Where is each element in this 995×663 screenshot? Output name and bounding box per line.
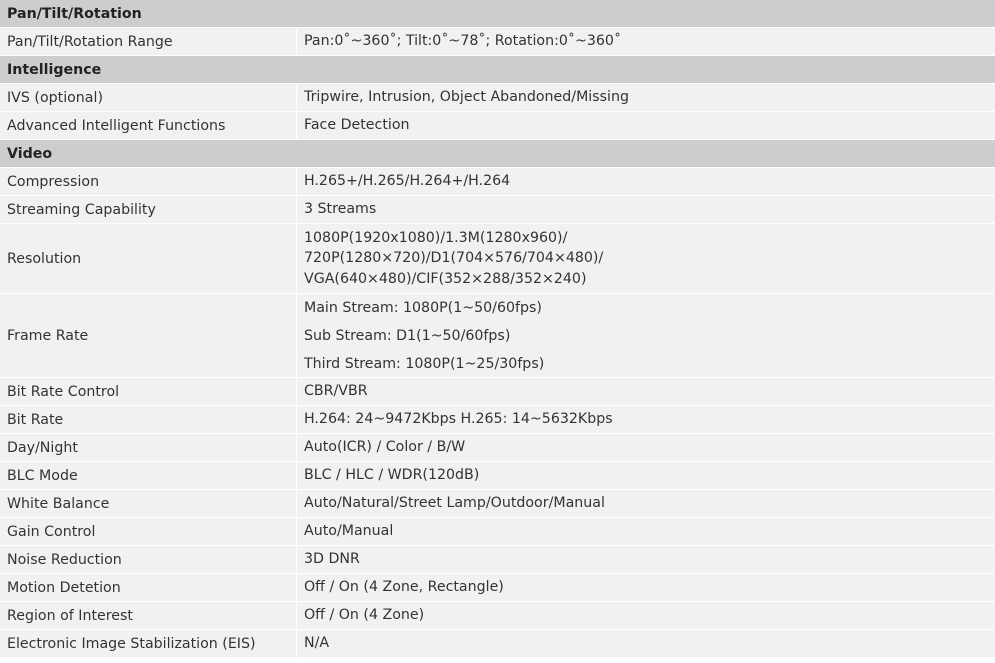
spec-row: Bit Rate Control CBR/VBR: [0, 378, 995, 406]
spec-value-line: Third Stream: 1080P(1~25/30fps): [304, 356, 545, 372]
spec-label: Streaming Capability: [0, 196, 297, 223]
spec-value-line: CBR/VBR: [304, 383, 368, 400]
spec-value: N/A: [297, 630, 995, 657]
section-title: Video: [7, 145, 53, 162]
spec-value-line: H.264: 24~9472Kbps H.265: 14~5632Kbps: [304, 411, 613, 428]
spec-label: Pan/Tilt/Rotation Range: [0, 28, 297, 55]
spec-label: Advanced Intelligent Functions: [0, 112, 297, 139]
spec-value: 3 Streams: [297, 196, 995, 223]
spec-row: White Balance Auto/Natural/Street Lamp/O…: [0, 490, 995, 518]
spec-value: H.265+/H.265/H.264+/H.264: [297, 168, 995, 195]
spec-value: CBR/VBR: [297, 378, 995, 405]
spec-row: Noise Reduction 3D DNR: [0, 546, 995, 574]
spec-label: Bit Rate: [0, 406, 297, 433]
spec-label: BLC Mode: [0, 462, 297, 489]
spec-value: Off / On (4 Zone, Rectangle): [297, 574, 995, 601]
section-header: Pan/Tilt/Rotation: [0, 0, 995, 28]
spec-label: Region of Interest: [0, 602, 297, 629]
section-header: Intelligence: [0, 56, 995, 84]
spec-value: BLC / HLC / WDR(120dB): [297, 462, 995, 489]
spec-label: Bit Rate Control: [0, 378, 297, 405]
spec-value-line: 3D DNR: [304, 551, 360, 568]
spec-value: Tripwire, Intrusion, Object Abandoned/Mi…: [297, 84, 995, 111]
spec-row: Frame Rate Main Stream: 1080P(1~50/60fps…: [0, 294, 995, 378]
spec-row: BLC Mode BLC / HLC / WDR(120dB): [0, 462, 995, 490]
spec-value: H.264: 24~9472Kbps H.265: 14~5632Kbps: [297, 406, 995, 433]
spec-label: IVS (optional): [0, 84, 297, 111]
spec-value-line: Off / On (4 Zone, Rectangle): [304, 579, 504, 596]
spec-value: Auto/Natural/Street Lamp/Outdoor/Manual: [297, 490, 995, 517]
spec-value-line: BLC / HLC / WDR(120dB): [304, 467, 480, 484]
spec-row: Motion Detetion Off / On (4 Zone, Rectan…: [0, 574, 995, 602]
spec-value: Face Detection: [297, 112, 995, 139]
spec-value-line: Tripwire, Intrusion, Object Abandoned/Mi…: [304, 89, 629, 106]
spec-row: Electronic Image Stabilization (EIS) N/A: [0, 630, 995, 658]
spec-label: Motion Detetion: [0, 574, 297, 601]
section-title: Intelligence: [7, 61, 102, 78]
spec-value: Off / On (4 Zone): [297, 602, 995, 629]
spec-value-line: Main Stream: 1080P(1~50/60fps): [304, 300, 542, 316]
spec-value-line: 1080P(1920x1080)/1.3M(1280x960)/: [304, 229, 568, 246]
spec-value-line: 3 Streams: [304, 201, 377, 218]
spec-row: Bit Rate H.264: 24~9472Kbps H.265: 14~56…: [0, 406, 995, 434]
spec-value-line: 720P(1280×720)/D1(704×576/704×480)/: [304, 250, 604, 267]
spec-row: Gain Control Auto/Manual: [0, 518, 995, 546]
spec-table: Pan/Tilt/Rotation Pan/Tilt/Rotation Rang…: [0, 0, 995, 658]
section-header: Video: [0, 140, 995, 168]
spec-label: Day/Night: [0, 434, 297, 461]
spec-row: Day/Night Auto(ICR) / Color / B/W: [0, 434, 995, 462]
spec-label: Gain Control: [0, 518, 297, 545]
spec-value: Pan:0˚~360˚; Tilt:0˚~78˚; Rotation:0˚~36…: [297, 28, 995, 55]
spec-row: Resolution 1080P(1920x1080)/1.3M(1280x96…: [0, 224, 995, 294]
spec-value-line: VGA(640×480)/CIF(352×288/352×240): [304, 270, 587, 287]
spec-label: Resolution: [0, 224, 297, 293]
spec-value-line: Pan:0˚~360˚; Tilt:0˚~78˚; Rotation:0˚~36…: [304, 33, 622, 50]
spec-row: Advanced Intelligent Functions Face Dete…: [0, 112, 995, 140]
spec-row: Compression H.265+/H.265/H.264+/H.264: [0, 168, 995, 196]
spec-value: Auto(ICR) / Color / B/W: [297, 434, 995, 461]
spec-label: Electronic Image Stabilization (EIS): [0, 630, 297, 657]
spec-value: Main Stream: 1080P(1~50/60fps) Sub Strea…: [297, 294, 995, 377]
spec-label: White Balance: [0, 490, 297, 517]
spec-value-line: Auto(ICR) / Color / B/W: [304, 439, 466, 456]
spec-value-line: N/A: [304, 635, 330, 652]
spec-value: 1080P(1920x1080)/1.3M(1280x960)/ 720P(12…: [297, 224, 995, 293]
spec-value-line: Auto/Natural/Street Lamp/Outdoor/Manual: [304, 495, 605, 512]
spec-label: Noise Reduction: [0, 546, 297, 573]
spec-value-line: Off / On (4 Zone): [304, 607, 425, 624]
spec-row: Region of Interest Off / On (4 Zone): [0, 602, 995, 630]
section-title: Pan/Tilt/Rotation: [7, 5, 142, 22]
spec-row: IVS (optional) Tripwire, Intrusion, Obje…: [0, 84, 995, 112]
spec-value-line: Sub Stream: D1(1~50/60fps): [304, 328, 511, 344]
spec-value-line: Face Detection: [304, 117, 410, 134]
spec-label: Compression: [0, 168, 297, 195]
spec-value: Auto/Manual: [297, 518, 995, 545]
spec-value-line: H.265+/H.265/H.264+/H.264: [304, 173, 511, 190]
spec-value-line: Auto/Manual: [304, 523, 394, 540]
spec-value: 3D DNR: [297, 546, 995, 573]
spec-row: Pan/Tilt/Rotation Range Pan:0˚~360˚; Til…: [0, 28, 995, 56]
spec-row: Streaming Capability 3 Streams: [0, 196, 995, 224]
spec-label: Frame Rate: [0, 294, 297, 377]
